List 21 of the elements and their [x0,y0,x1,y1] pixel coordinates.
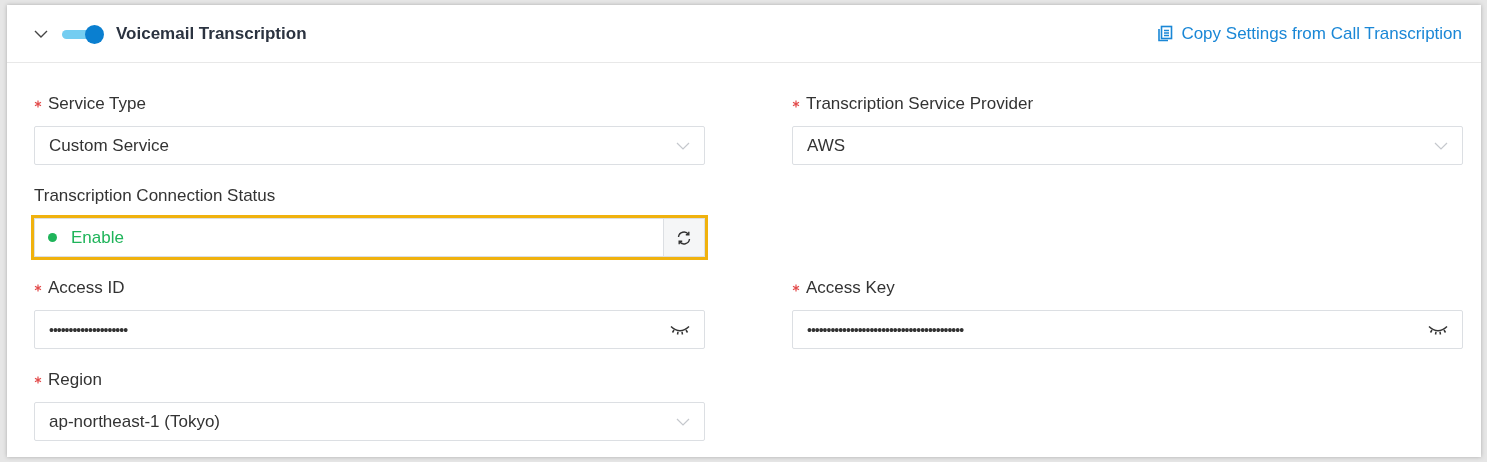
section-title: Voicemail Transcription [116,23,307,44]
select-field[interactable]: ap-northeast-1 (Tokyo) [34,402,705,441]
field-label: Access ID [34,278,705,298]
field-label: Transcription Service Provider [792,94,1463,114]
closed-eye-icon[interactable] [1428,324,1448,335]
select-field[interactable]: AWS [792,126,1463,165]
field-label: Service Type [34,94,705,114]
field-label: Transcription Connection Status [34,186,277,206]
chevron-icon[interactable] [34,28,48,39]
field-label: Region [34,370,705,390]
select-field[interactable]: Custom Service [34,126,705,165]
password-field[interactable]: •••••••••••••••••••••••••••••••••••••••• [792,310,1463,349]
toggle-switch[interactable] [62,24,104,43]
refresh-icon[interactable] [676,229,692,246]
field-label: Access Key [792,278,1463,298]
closed-eye-icon[interactable] [670,324,690,335]
copy-settings-link[interactable]: Copy Settings from Call Transcription [1157,23,1462,44]
password-field[interactable]: •••••••••••••••••••• [34,310,705,349]
copy-icon[interactable] [1157,25,1174,42]
status-field: Enable [31,215,708,260]
refresh-button[interactable] [663,218,705,257]
